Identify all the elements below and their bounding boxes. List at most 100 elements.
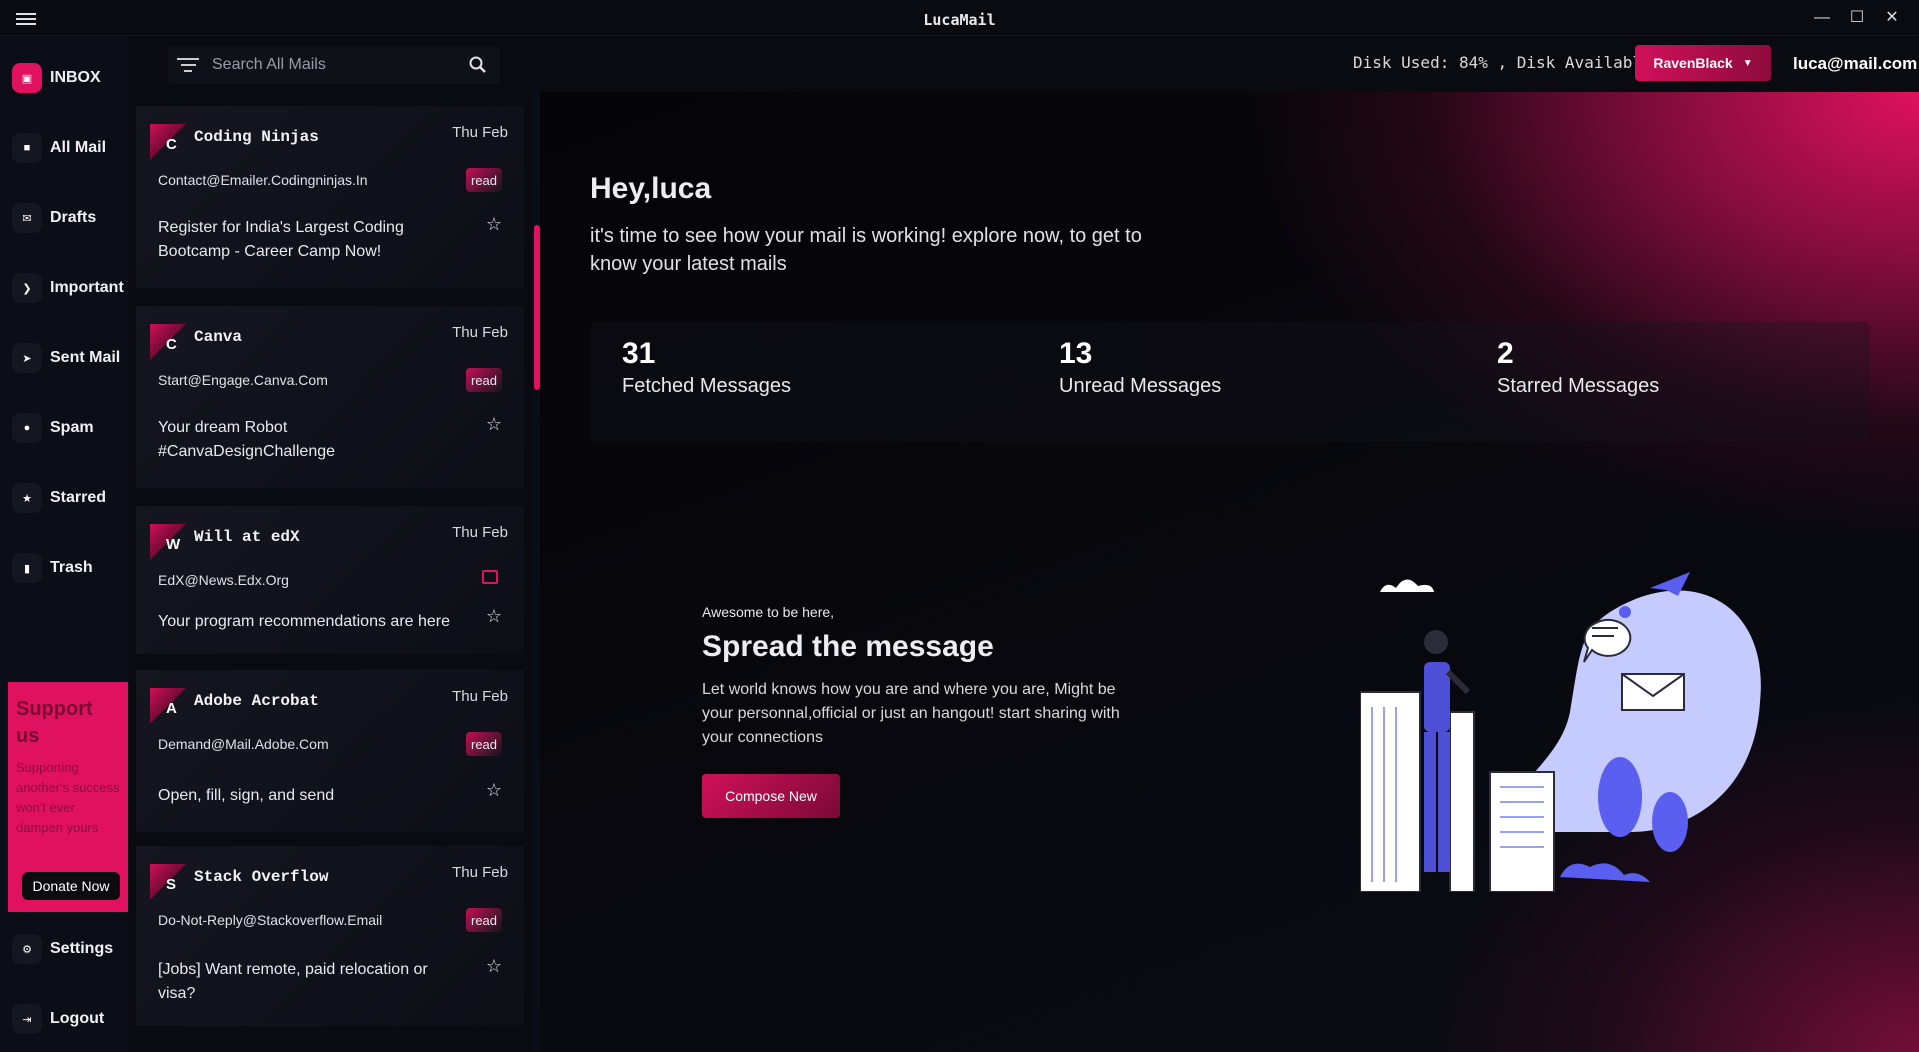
- sidebar-item-label: All Mail: [50, 139, 107, 156]
- sidebar-item-sent-mail[interactable]: ➤ Sent Mail: [12, 338, 120, 378]
- inbox-icon: ▣: [12, 63, 42, 93]
- stat-label: Fetched Messages: [622, 375, 791, 397]
- star-icon[interactable]: ☆: [486, 214, 502, 235]
- draft-icon: ✉: [12, 203, 42, 233]
- star-icon[interactable]: ☆: [486, 956, 502, 977]
- read-badge: read: [466, 168, 502, 192]
- dashboard: Hey,luca it's time to see how your mail …: [540, 92, 1919, 1052]
- mail-address: Demand@Mail.Adobe.Com: [158, 736, 329, 752]
- stat-value: 13: [1059, 337, 1093, 370]
- sidebar-item-label: Spam: [50, 419, 94, 436]
- sidebar-item-label: Drafts: [50, 209, 97, 226]
- avatar-initial: A: [166, 700, 177, 717]
- donate-button[interactable]: Donate Now: [22, 872, 120, 900]
- mail-subject: Your dream Robot #CanvaDesignChallenge: [158, 419, 336, 460]
- mail-sender: Coding Ninjas: [194, 128, 319, 146]
- search-icon[interactable]: [468, 55, 488, 75]
- mail-date: Thu Feb: [452, 524, 508, 541]
- mail-date: Thu Feb: [452, 688, 508, 705]
- mail-sender: Canva: [194, 328, 243, 346]
- close-icon[interactable]: ✕: [1882, 8, 1902, 28]
- sidebar-item-important[interactable]: ❯ Important: [12, 268, 124, 308]
- mail-card[interactable]: W Will at edX Thu Feb EdX@News.Edx.Org Y…: [136, 506, 524, 654]
- mail-address: Contact@Emailer.Codingninjas.In: [158, 172, 368, 188]
- search-bar: [168, 46, 500, 84]
- mail-sender: Adobe Acrobat: [194, 692, 319, 710]
- sidebar-item-drafts[interactable]: ✉ Drafts: [12, 198, 96, 238]
- promo-eyebrow: Awesome to be here,: [702, 604, 835, 620]
- messaging-illustration: [1360, 572, 1761, 892]
- sidebar-item-label: Trash: [50, 559, 93, 576]
- mail-sender: Will at edX: [194, 528, 300, 546]
- logout-icon: ⇥: [12, 1004, 42, 1034]
- star-icon: ★: [12, 483, 42, 513]
- mail-list: C Coding Ninjas Thu Feb Contact@Emailer.…: [128, 92, 532, 1052]
- sidebar-item-all-mail[interactable]: ■ All Mail: [12, 128, 106, 168]
- support-text: Supporting another's success won't ever …: [16, 760, 120, 835]
- stat-starred: 2 Starred Messages: [1497, 337, 1659, 398]
- sidebar-item-label: INBOX: [50, 69, 101, 86]
- promo-description: Let world knows how you are and where yo…: [702, 681, 1120, 746]
- stat-label: Starred Messages: [1497, 375, 1660, 397]
- stat-value: 2: [1497, 337, 1514, 370]
- sidebar-item-label: Important: [50, 279, 124, 296]
- avatar-initial: C: [166, 136, 177, 153]
- theme-dropdown[interactable]: RavenBlack ▼: [1635, 45, 1771, 81]
- avatar-initial: S: [166, 876, 177, 893]
- sidebar-item-label: Logout: [50, 1010, 105, 1027]
- unread-icon: [482, 570, 498, 584]
- sidebar-item-settings[interactable]: ⚙ Settings: [12, 929, 113, 969]
- window-title: LucaMail: [923, 11, 996, 29]
- sidebar-item-trash[interactable]: ▮ Trash: [12, 548, 93, 588]
- spam-icon: ●: [12, 413, 42, 443]
- minimize-icon[interactable]: —: [1812, 8, 1832, 28]
- mail-date: Thu Feb: [452, 124, 508, 141]
- mail-subject: Register for India's Largest Coding Boot…: [158, 219, 404, 260]
- star-icon[interactable]: ☆: [486, 606, 502, 627]
- sidebar-item-starred[interactable]: ★ Starred: [12, 478, 106, 518]
- sidebar-item-logout[interactable]: ⇥ Logout: [12, 999, 104, 1039]
- mail-address: Do-Not-Reply@Stackoverflow.Email: [158, 912, 383, 928]
- mail-subject: [Jobs] Want remote, paid relocation or v…: [158, 961, 428, 1002]
- intro-text: it's time to see how your mail is workin…: [590, 225, 1142, 275]
- mail-address: Start@Engage.Canva.Com: [158, 372, 328, 388]
- mail-card[interactable]: C Coding Ninjas Thu Feb Contact@Emailer.…: [136, 106, 524, 288]
- sidebar-item-label: Settings: [50, 940, 114, 957]
- support-panel: Support us Supporting another's success …: [8, 682, 128, 912]
- send-icon: ➤: [12, 343, 42, 373]
- filter-icon[interactable]: [176, 54, 200, 76]
- mail-card[interactable]: C Canva Thu Feb Start@Engage.Canva.Com r…: [136, 306, 524, 488]
- top-bar: Disk Used: 84% , Disk Available : 2.46 g…: [128, 36, 1919, 92]
- compose-new-button[interactable]: Compose New: [702, 774, 840, 818]
- sidebar-item-inbox[interactable]: ▣ INBOX: [12, 58, 101, 98]
- sidebar-item-label: Sent Mail: [50, 349, 121, 366]
- theme-label: RavenBlack: [1653, 55, 1733, 71]
- star-icon[interactable]: ☆: [486, 780, 502, 801]
- maximize-icon[interactable]: ☐: [1847, 8, 1867, 28]
- mail-subject: Your program recommendations are here: [158, 613, 451, 630]
- mail-date: Thu Feb: [452, 324, 508, 341]
- star-icon[interactable]: ☆: [486, 414, 502, 435]
- mail-date: Thu Feb: [452, 864, 508, 881]
- support-heading: Support us: [16, 698, 93, 747]
- sidebar-item-label: Starred: [50, 489, 107, 506]
- folder-icon: ■: [12, 133, 42, 163]
- mail-card[interactable]: S Stack Overflow Thu Feb Do-Not-Reply@St…: [136, 846, 524, 1026]
- stat-label: Unread Messages: [1059, 375, 1222, 397]
- sidebar-item-spam[interactable]: ● Spam: [12, 408, 94, 448]
- mail-address: EdX@News.Edx.Org: [158, 572, 289, 588]
- stat-unread: 13 Unread Messages: [1059, 337, 1221, 398]
- caret-down-icon: ▼: [1742, 57, 1753, 69]
- mail-card[interactable]: A Adobe Acrobat Thu Feb Demand@Mail.Adob…: [136, 670, 524, 832]
- greeting: Hey,luca: [590, 172, 712, 205]
- read-badge: read: [466, 368, 502, 392]
- important-icon: ❯: [12, 273, 42, 303]
- trash-icon: ▮: [12, 553, 42, 583]
- stat-value: 31: [622, 337, 656, 370]
- gear-icon: ⚙: [12, 934, 42, 964]
- user-email[interactable]: luca@mail.com: [1793, 54, 1917, 74]
- search-input[interactable]: [212, 56, 452, 74]
- avatar-initial: W: [166, 536, 181, 553]
- read-badge: read: [466, 908, 502, 932]
- promo-title: Spread the message: [702, 630, 994, 663]
